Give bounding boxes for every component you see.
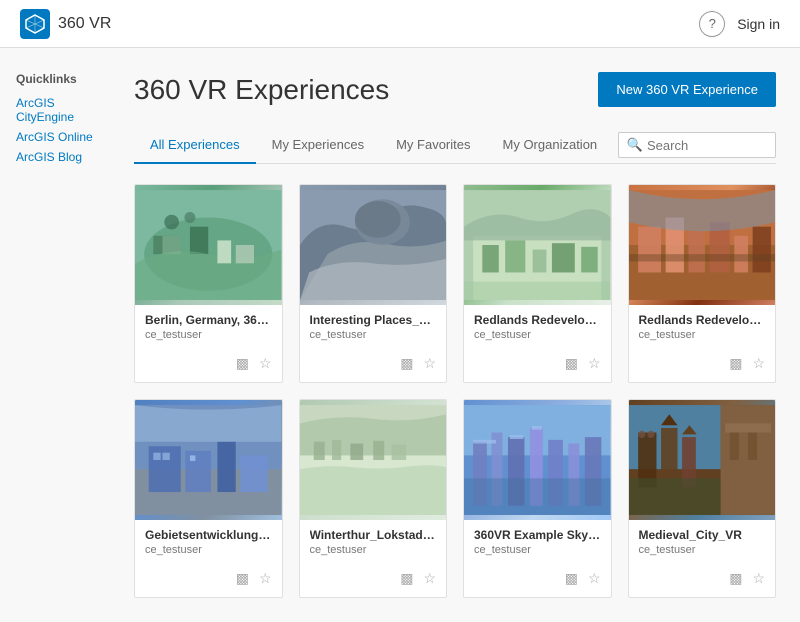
- card-actions-redlands2: ▩ ☆: [629, 349, 776, 382]
- card-actions-berlin: ▩ ☆: [135, 349, 282, 382]
- card-title-redlands1: Redlands Redevelopment ...: [474, 313, 601, 327]
- card-thumb-interesting: [300, 185, 447, 305]
- card-gebiet[interactable]: Gebietsentwicklung_Man... ce_testuser ▩ …: [134, 399, 283, 598]
- tab-my-experiences[interactable]: My Experiences: [256, 127, 380, 164]
- new-experience-button[interactable]: New 360 VR Experience: [598, 72, 776, 107]
- card-interesting[interactable]: Interesting Places_360VR.js ce_testuser …: [299, 184, 448, 383]
- card-preview-medieval[interactable]: ▩: [727, 568, 744, 589]
- card-favorite-redlands2[interactable]: ☆: [750, 353, 767, 374]
- card-preview-redlands2[interactable]: ▩: [727, 353, 744, 374]
- card-info-medieval: Medieval_City_VR ce_testuser: [629, 520, 776, 564]
- card-favorite-redlands1[interactable]: ☆: [586, 353, 603, 374]
- app-logo-icon: [20, 9, 50, 39]
- card-preview-winterthur[interactable]: ▩: [398, 568, 415, 589]
- page-header: 360 VR Experiences New 360 VR Experience: [134, 72, 776, 107]
- card-actions-interesting: ▩ ☆: [300, 349, 447, 382]
- search-input[interactable]: [647, 138, 767, 153]
- card-actions-gebiet: ▩ ☆: [135, 564, 282, 597]
- signin-button[interactable]: Sign in: [737, 16, 780, 32]
- card-title-interesting: Interesting Places_360VR.js: [310, 313, 437, 327]
- card-favorite-interesting[interactable]: ☆: [421, 353, 438, 374]
- card-thumb-gebiet: [135, 400, 282, 520]
- card-info-360vr: 360VR Example Skybridge... ce_testuser: [464, 520, 611, 564]
- card-info-redlands1: Redlands Redevelopment ... ce_testuser: [464, 305, 611, 349]
- card-info-winterthur: Winterthur_Lokstadt_v1 c... ce_testuser: [300, 520, 447, 564]
- sidebar-link-blog[interactable]: ArcGIS Blog: [16, 150, 94, 164]
- tabs-bar: All Experiences My Experiences My Favori…: [134, 127, 776, 164]
- app-header: 360 VR ? Sign in: [0, 0, 800, 48]
- page-title: 360 VR Experiences: [134, 74, 389, 106]
- sidebar-link-cityengine[interactable]: ArcGIS CityEngine: [16, 96, 94, 124]
- main-layout: Quicklinks ArcGIS CityEngine ArcGIS Onli…: [0, 48, 800, 622]
- help-button[interactable]: ?: [699, 11, 725, 37]
- card-actions-redlands1: ▩ ☆: [464, 349, 611, 382]
- header-left: 360 VR: [20, 9, 111, 39]
- card-favorite-gebiet[interactable]: ☆: [257, 568, 274, 589]
- card-thumb-360vr: [464, 400, 611, 520]
- card-favorite-berlin[interactable]: ☆: [257, 353, 274, 374]
- card-favorite-winterthur[interactable]: ☆: [421, 568, 438, 589]
- card-thumb-medieval: [629, 400, 776, 520]
- card-info-berlin: Berlin, Germany, 360 VR E... ce_testuser: [135, 305, 282, 349]
- card-title-medieval: Medieval_City_VR: [639, 528, 766, 542]
- card-info-interesting: Interesting Places_360VR.js ce_testuser: [300, 305, 447, 349]
- card-author-gebiet: ce_testuser: [145, 544, 272, 556]
- tab-my-organization[interactable]: My Organization: [487, 127, 614, 164]
- card-preview-berlin[interactable]: ▩: [234, 353, 251, 374]
- card-berlin[interactable]: Berlin, Germany, 360 VR E... ce_testuser…: [134, 184, 283, 383]
- tabs-list: All Experiences My Experiences My Favori…: [134, 127, 613, 163]
- card-favorite-medieval[interactable]: ☆: [750, 568, 767, 589]
- card-thumb-redlands1: [464, 185, 611, 305]
- card-actions-winterthur: ▩ ☆: [300, 564, 447, 597]
- card-360vr[interactable]: 360VR Example Skybridge... ce_testuser ▩…: [463, 399, 612, 598]
- card-title-berlin: Berlin, Germany, 360 VR E...: [145, 313, 272, 327]
- card-author-360vr: ce_testuser: [474, 544, 601, 556]
- card-redlands1[interactable]: Redlands Redevelopment ... ce_testuser ▩…: [463, 184, 612, 383]
- card-winterthur[interactable]: Winterthur_Lokstadt_v1 c... ce_testuser …: [299, 399, 448, 598]
- card-author-medieval: ce_testuser: [639, 544, 766, 556]
- card-title-redlands2: Redlands Redevelopment: [639, 313, 766, 327]
- card-medieval[interactable]: Medieval_City_VR ce_testuser ▩ ☆: [628, 399, 777, 598]
- card-title-winterthur: Winterthur_Lokstadt_v1 c...: [310, 528, 437, 542]
- card-thumb-redlands2: [629, 185, 776, 305]
- card-actions-360vr: ▩ ☆: [464, 564, 611, 597]
- card-preview-360vr[interactable]: ▩: [563, 568, 580, 589]
- card-author-interesting: ce_testuser: [310, 329, 437, 341]
- header-right: ? Sign in: [699, 11, 780, 37]
- tab-my-favorites[interactable]: My Favorites: [380, 127, 486, 164]
- card-author-berlin: ce_testuser: [145, 329, 272, 341]
- card-author-redlands2: ce_testuser: [639, 329, 766, 341]
- card-preview-interesting[interactable]: ▩: [398, 353, 415, 374]
- tab-all-experiences[interactable]: All Experiences: [134, 127, 256, 164]
- card-author-redlands1: ce_testuser: [474, 329, 601, 341]
- card-thumb-winterthur: [300, 400, 447, 520]
- search-container: 🔍: [618, 132, 776, 158]
- cards-grid: Berlin, Germany, 360 VR E... ce_testuser…: [134, 184, 776, 598]
- card-title-gebiet: Gebietsentwicklung_Man...: [145, 528, 272, 542]
- card-preview-gebiet[interactable]: ▩: [234, 568, 251, 589]
- card-actions-medieval: ▩ ☆: [629, 564, 776, 597]
- card-title-360vr: 360VR Example Skybridge...: [474, 528, 601, 542]
- main-content: 360 VR Experiences New 360 VR Experience…: [110, 48, 800, 622]
- card-favorite-360vr[interactable]: ☆: [586, 568, 603, 589]
- sidebar: Quicklinks ArcGIS CityEngine ArcGIS Onli…: [0, 48, 110, 622]
- card-author-winterthur: ce_testuser: [310, 544, 437, 556]
- card-thumb-berlin: [135, 185, 282, 305]
- app-title: 360 VR: [58, 15, 111, 33]
- card-info-gebiet: Gebietsentwicklung_Man... ce_testuser: [135, 520, 282, 564]
- card-preview-redlands1[interactable]: ▩: [563, 353, 580, 374]
- sidebar-section-title: Quicklinks: [16, 72, 94, 86]
- sidebar-link-online[interactable]: ArcGIS Online: [16, 130, 94, 144]
- card-redlands2[interactable]: Redlands Redevelopment ce_testuser ▩ ☆: [628, 184, 777, 383]
- search-icon: 🔍: [627, 137, 643, 153]
- card-info-redlands2: Redlands Redevelopment ce_testuser: [629, 305, 776, 349]
